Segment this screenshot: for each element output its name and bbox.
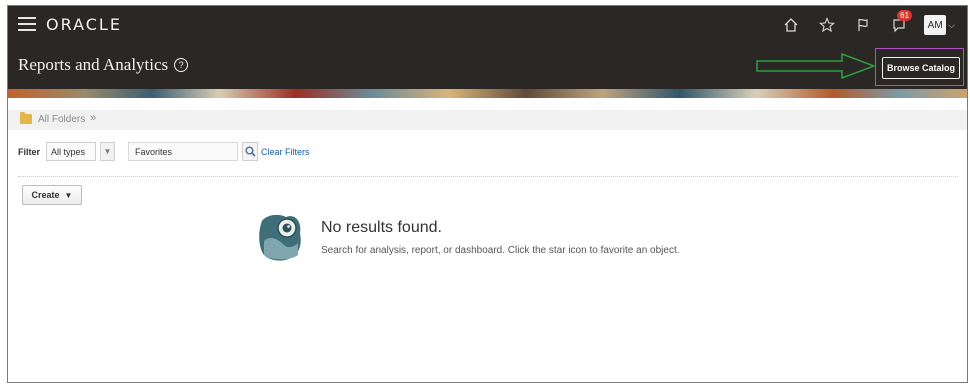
breadcrumb-all-folders[interactable]: All Folders: [38, 114, 85, 125]
menu-icon[interactable]: [18, 17, 36, 31]
folder-icon: [20, 112, 32, 124]
oracle-logo[interactable]: ORACLE: [46, 15, 122, 34]
chevron-down-icon[interactable]: ⌵: [948, 20, 955, 31]
header-icons: 61 AM ⌵: [766, 10, 955, 38]
favorites-input[interactable]: Favorites: [128, 142, 238, 161]
notifications-icon[interactable]: 61: [888, 10, 913, 36]
global-header: ORACLE 61 AM ⌵ Reports and Analytics? Br…: [8, 6, 967, 98]
flag-icon[interactable]: [852, 14, 874, 36]
empty-state-description: Search for analysis, report, or dashboar…: [321, 245, 680, 256]
decorative-banner: [8, 89, 967, 98]
search-icon[interactable]: [242, 142, 258, 161]
empty-state-illustration-icon: [259, 214, 301, 261]
avatar[interactable]: AM: [924, 15, 947, 35]
browse-catalog-button[interactable]: Browse Catalog: [882, 57, 960, 79]
empty-state-title: No results found.: [321, 219, 442, 236]
create-button[interactable]: Create ▼: [22, 185, 82, 205]
star-icon[interactable]: [816, 14, 838, 36]
chevron-down-icon[interactable]: ▼: [100, 142, 115, 161]
filter-label: Filter: [18, 147, 41, 157]
clear-filters-link[interactable]: Clear Filters: [261, 147, 310, 157]
home-icon[interactable]: [780, 14, 802, 36]
app-window: ORACLE 61 AM ⌵ Reports and Analytics? Br…: [7, 5, 968, 383]
breadcrumb-separator: »: [90, 112, 97, 124]
type-select[interactable]: All types: [46, 142, 96, 161]
page-title: Reports and Analytics?: [18, 55, 189, 75]
divider: [18, 176, 958, 177]
create-button-label: Create: [31, 190, 60, 200]
browse-catalog-highlight: Browse Catalog: [875, 48, 964, 86]
help-icon[interactable]: ?: [174, 58, 189, 72]
notification-badge: 61: [897, 10, 913, 21]
page-title-text: Reports and Analytics: [18, 55, 169, 74]
filter-bar: Filter All types ▼ Favorites Clear Filte…: [18, 141, 958, 163]
breadcrumb: All Folders »: [8, 110, 967, 130]
annotation-arrow-icon: [756, 53, 876, 79]
caret-down-icon: ▼: [64, 190, 73, 200]
